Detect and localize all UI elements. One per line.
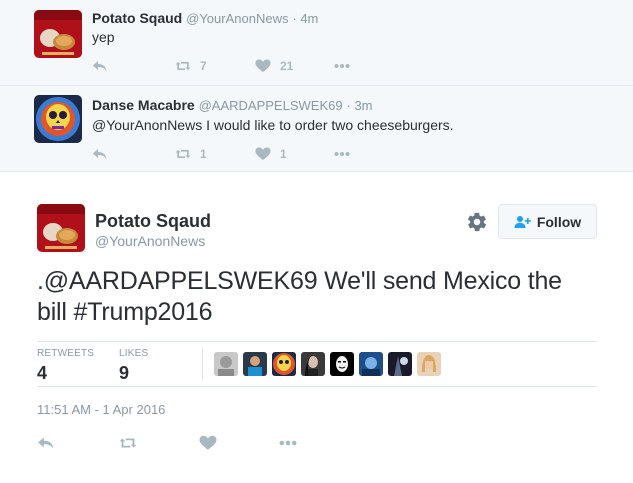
- reply-icon: [93, 149, 107, 159]
- more-dots-icon: [279, 440, 297, 446]
- potato-avatar[interactable]: [34, 10, 82, 58]
- reply-actions-2: 1 1: [92, 144, 372, 164]
- likes-stat[interactable]: LIKES 9: [119, 348, 148, 384]
- like-button[interactable]: 21: [255, 56, 293, 76]
- woman-avatar[interactable]: [301, 352, 325, 376]
- tweet-text: .@AARDAPPELSWEK69 We'll send Mexico the …: [37, 267, 562, 326]
- anonymous-mask-avatar[interactable]: [330, 352, 354, 376]
- author-handle[interactable]: @YourAnonNews: [186, 11, 288, 26]
- author-name[interactable]: Potato Sqaud: [92, 10, 182, 26]
- conversation-replies: Potato Sqaud @YourAnonNews · 4m yep 7 21: [0, 0, 633, 172]
- follow-button[interactable]: Follow: [498, 204, 597, 239]
- heart-icon: [255, 147, 271, 160]
- author-name[interactable]: Potato Sqaud: [95, 211, 211, 232]
- gray-avatar[interactable]: [214, 352, 238, 376]
- follow-label: Follow: [536, 213, 582, 230]
- follow-person-icon: [514, 215, 531, 228]
- like-button[interactable]: [199, 433, 217, 453]
- skull-avatar[interactable]: [34, 95, 82, 143]
- retweet-button[interactable]: 1: [175, 144, 207, 164]
- potato-avatar[interactable]: [37, 204, 85, 252]
- reply-button[interactable]: [92, 144, 108, 164]
- reply-button[interactable]: [92, 56, 108, 76]
- reply-icon: [93, 61, 107, 71]
- tweet-stats: RETWEETS 4 LIKES 9: [37, 341, 597, 387]
- blue-person-avatar[interactable]: [243, 352, 267, 376]
- reply-text: yep: [92, 29, 115, 45]
- blonde-avatar[interactable]: [417, 352, 441, 376]
- heart-icon: [255, 59, 271, 72]
- likes-count: 9: [119, 363, 130, 383]
- more-button[interactable]: [279, 433, 297, 453]
- blue-art-avatar[interactable]: [359, 352, 383, 376]
- reply-text: @YourAnonNews I would like to order two …: [92, 117, 454, 133]
- more-dots-icon: [334, 64, 350, 68]
- retweet-button[interactable]: 7: [175, 56, 207, 76]
- retweet-count: 7: [200, 59, 207, 73]
- more-button[interactable]: [334, 56, 350, 76]
- tweet-time[interactable]: 4m: [300, 11, 318, 26]
- author-handle[interactable]: @AARDAPPELSWEK69: [199, 98, 343, 113]
- tweet-time[interactable]: 3m: [354, 98, 372, 113]
- more-dots-icon: [334, 152, 350, 156]
- skull-avatar[interactable]: [272, 352, 296, 376]
- retweet-count: 1: [200, 147, 207, 161]
- likes-label: LIKES: [119, 348, 149, 359]
- dark-art-avatar[interactable]: [388, 352, 412, 376]
- reply-header: Danse Macabre @AARDAPPELSWEK69 · 3m: [92, 97, 373, 113]
- retweet-icon: [175, 150, 191, 158]
- heart-icon: [199, 435, 217, 450]
- retweets-label: RETWEETS: [37, 348, 95, 359]
- reply-icon: [38, 437, 54, 449]
- retweet-button[interactable]: [119, 433, 137, 453]
- more-button[interactable]: [334, 144, 350, 164]
- reply-actions-1: 7 21: [92, 56, 372, 76]
- like-count: 1: [280, 147, 287, 161]
- main-tweet-actions: [37, 433, 317, 453]
- retweet-icon: [175, 62, 191, 70]
- liker-avatars: [214, 352, 441, 376]
- stats-divider: [202, 347, 203, 381]
- author-name[interactable]: Danse Macabre: [92, 97, 195, 113]
- retweets-count: 4: [37, 363, 48, 383]
- retweets-stat[interactable]: RETWEETS 4: [37, 348, 94, 384]
- tweet-timestamp[interactable]: 11:51 AM - 1 Apr 2016: [37, 402, 165, 417]
- gear-icon[interactable]: [466, 211, 488, 233]
- reply-button[interactable]: [37, 433, 55, 453]
- like-button[interactable]: 1: [255, 144, 287, 164]
- like-count: 21: [280, 59, 294, 73]
- retweet-icon: [119, 438, 137, 448]
- reply-header: Potato Sqaud @YourAnonNews · 4m: [92, 10, 318, 26]
- author-handle[interactable]: @YourAnonNews: [95, 233, 205, 249]
